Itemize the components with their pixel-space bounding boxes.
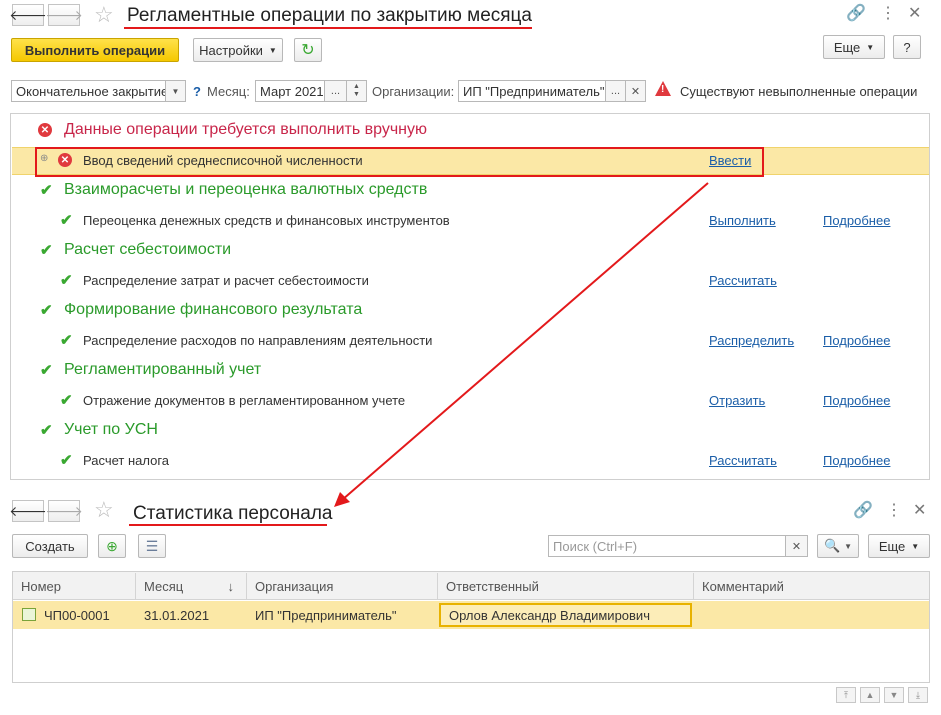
back-button[interactable]: 🡐 bbox=[9, 500, 47, 522]
column-month[interactable]: Месяц ↓ bbox=[136, 573, 247, 599]
scroll-top-button[interactable]: ⤒ bbox=[836, 687, 856, 703]
title-underline bbox=[129, 524, 327, 526]
forward-button[interactable]: 🡒 bbox=[45, 500, 83, 522]
page-title: Статистика персонала bbox=[133, 503, 333, 524]
more-label: Еще bbox=[878, 538, 906, 554]
chevron-down-icon: ▼ bbox=[844, 541, 853, 551]
favorite-star-icon[interactable]: ☆ bbox=[94, 497, 114, 523]
scroll-bottom-button[interactable]: ⤓ bbox=[908, 687, 928, 703]
column-comment[interactable]: Комментарий bbox=[694, 573, 929, 599]
add-document-icon: ⊕ bbox=[106, 537, 118, 554]
create-button[interactable]: Создать bbox=[12, 534, 88, 558]
cell-responsible[interactable]: Орлов Александр Владимирович bbox=[439, 603, 692, 627]
column-organization[interactable]: Организация bbox=[247, 573, 438, 599]
search-input[interactable]: Поиск (Ctrl+F) bbox=[548, 535, 786, 557]
search-icon: 🔍 bbox=[823, 538, 841, 553]
close-icon[interactable]: ✕ bbox=[913, 500, 926, 520]
column-number[interactable]: Номер bbox=[13, 573, 136, 599]
more-vertical-icon[interactable]: ⋮ bbox=[886, 500, 902, 520]
search-button[interactable]: 🔍 ▼ bbox=[817, 534, 859, 558]
sort-down-icon: ↓ bbox=[227, 578, 235, 594]
cell-month: 31.01.2021 bbox=[144, 607, 210, 623]
document-posted-icon bbox=[22, 608, 36, 621]
cell-organization: ИП "Предприниматель" bbox=[255, 607, 397, 623]
column-responsible[interactable]: Ответственный bbox=[438, 573, 694, 599]
list-button[interactable]: ☰ bbox=[138, 534, 166, 558]
column-month-label: Месяц bbox=[144, 578, 184, 594]
link-icon[interactable]: 🔗 bbox=[853, 500, 873, 520]
search-clear-button[interactable]: ✕ bbox=[786, 535, 808, 557]
scroll-down-button[interactable]: ▼ bbox=[884, 687, 904, 703]
list-icon: ☰ bbox=[145, 537, 159, 554]
clear-icon: ✕ bbox=[791, 540, 802, 553]
create-copy-button[interactable]: ⊕ bbox=[98, 534, 126, 558]
scroll-up-button[interactable]: ▲ bbox=[860, 687, 880, 703]
cell-number: ЧП00-0001 bbox=[44, 607, 110, 623]
arrow-left-icon: 🡐 bbox=[9, 502, 47, 519]
chevron-down-icon: ▼ bbox=[911, 541, 920, 551]
cell-comment bbox=[694, 602, 929, 628]
arrow-right-icon: 🡒 bbox=[45, 502, 83, 519]
more-button[interactable]: Еще ▼ bbox=[868, 534, 930, 558]
